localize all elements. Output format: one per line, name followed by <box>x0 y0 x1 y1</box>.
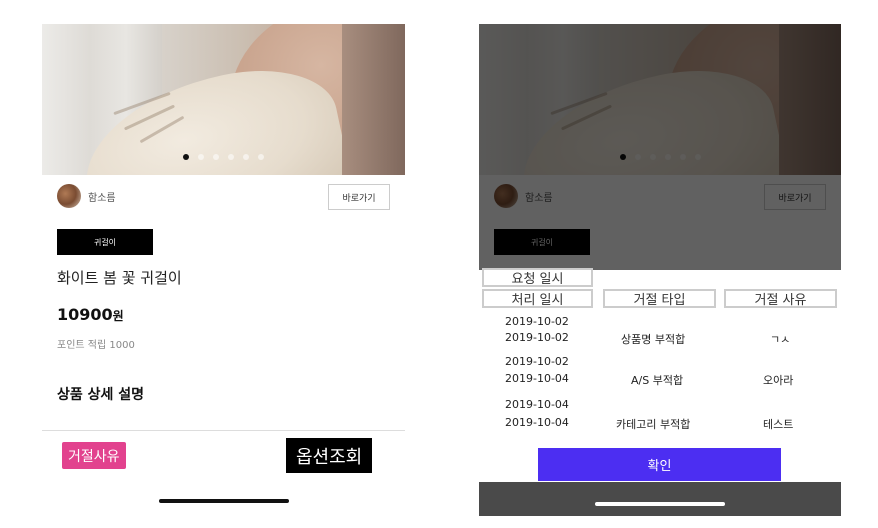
reject-reason-modal: 요청 일시 처리 일시 거절 타입 거절 사유 2019-10-02 2019-… <box>479 268 841 482</box>
image-hair-shape <box>342 24 405 175</box>
row-processed-at: 2019-10-04 <box>505 372 569 385</box>
carousel-dots <box>183 154 264 160</box>
divider <box>42 430 405 431</box>
header-requested-at: 요청 일시 <box>482 268 593 287</box>
bottom-bar <box>479 482 841 516</box>
carousel-dot[interactable] <box>228 154 234 160</box>
product-title: 화이트 봄 꽃 귀걸이 <box>57 269 182 287</box>
product-price: 10900원 <box>57 305 124 324</box>
carousel-dot[interactable] <box>213 154 219 160</box>
avatar <box>57 184 81 208</box>
row-reject-type: A/S 부적합 <box>631 374 684 387</box>
row-reject-reason: 오아라 <box>763 374 794 387</box>
shortcut-button[interactable]: 바로가기 <box>328 184 390 210</box>
row-requested-at: 2019-10-02 <box>505 355 569 368</box>
home-indicator[interactable] <box>595 502 725 506</box>
point-text: 포인트 적립 1000 <box>57 340 135 351</box>
row-processed-at: 2019-10-04 <box>505 416 569 429</box>
reject-reason-screen: 함소름 바로가기 귀걸이 요청 일시 처리 일시 거절 타입 거절 사유 201… <box>479 24 841 516</box>
seller-name: 함소름 <box>88 192 116 204</box>
row-reject-reason: 테스트 <box>763 418 794 431</box>
row-requested-at: 2019-10-04 <box>505 398 569 411</box>
carousel-dot[interactable] <box>258 154 264 160</box>
home-indicator[interactable] <box>159 499 289 503</box>
product-detail-screen: 함소름 바로가기 귀걸이 화이트 봄 꽃 귀걸이 10900원 포인트 적립 1… <box>42 24 405 510</box>
header-reject-type: 거절 타입 <box>603 289 716 308</box>
option-lookup-button[interactable]: 옵션조회 <box>286 438 373 473</box>
category-tag: 귀걸이 <box>57 229 153 255</box>
price-unit: 원 <box>112 309 124 323</box>
row-reject-type: 카테고리 부적합 <box>616 418 691 431</box>
row-reject-reason: ㄱㅅ <box>770 333 791 346</box>
seller-row: 함소름 <box>57 184 116 208</box>
row-reject-type: 상품명 부적합 <box>621 333 686 346</box>
detail-heading: 상품 상세 설명 <box>57 387 145 403</box>
price-value: 10900 <box>57 305 113 324</box>
row-processed-at: 2019-10-02 <box>505 331 569 344</box>
carousel-dot[interactable] <box>198 154 204 160</box>
header-processed-at: 처리 일시 <box>482 289 593 308</box>
carousel-dot[interactable] <box>243 154 249 160</box>
reject-reason-button[interactable]: 거절사유 <box>62 442 126 469</box>
carousel-dot[interactable] <box>183 154 189 160</box>
row-requested-at: 2019-10-02 <box>505 315 569 328</box>
product-image[interactable] <box>42 24 405 175</box>
dim-overlay[interactable] <box>479 24 841 270</box>
confirm-button[interactable]: 확인 <box>538 448 781 481</box>
header-reject-reason: 거절 사유 <box>724 289 837 308</box>
